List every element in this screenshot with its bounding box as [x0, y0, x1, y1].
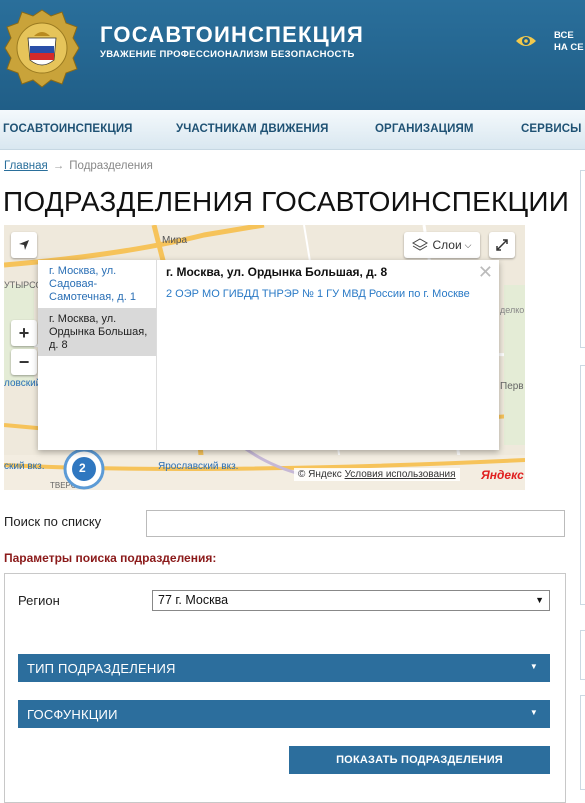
accessibility-version-link[interactable]: ВСЕ НА СЕ [554, 30, 584, 54]
unit-link[interactable]: 2 ОЭР МО ГИБДД ТНРЭР № 1 ГУ МВД России п… [166, 288, 491, 301]
plus-icon: + [18, 322, 30, 343]
map-label: Ярославский вкз. [158, 461, 239, 472]
balloon-detail: г. Москва, ул. Ордынка Большая, д. 8 2 О… [166, 265, 491, 301]
zoom-out-button[interactable]: − [11, 349, 37, 375]
nav-item-organizations[interactable]: ОРГАНИЗАЦИЯМ [375, 123, 474, 135]
search-params-heading: Параметры поиска подразделения: [4, 551, 217, 565]
terms-link[interactable]: Условия использования [345, 469, 456, 480]
region-select-value: 77 г. Москва [158, 593, 229, 607]
nav-item-gosavtoinspektsiya[interactable]: ГОСАВТОИНСПЕКЦИЯ [3, 123, 133, 135]
close-icon[interactable]: ✕ [478, 262, 493, 283]
map-label: делко [500, 305, 525, 315]
arrow-right-icon: → [52, 160, 65, 172]
emblem-logo[interactable] [4, 8, 80, 88]
map-balloon: г. Москва, ул. Садовая-Самотечная, д. 1 … [38, 260, 499, 450]
unit-type-label: ТИП ПОДРАЗДЕЛЕНИЯ [27, 661, 176, 676]
balloon-heading: г. Москва, ул. Ордынка Большая, д. 8 [166, 265, 388, 279]
nav-item-services[interactable]: СЕРВИСЫ [521, 123, 581, 135]
expand-icon [496, 239, 508, 251]
show-units-button[interactable]: ПОКАЗАТЬ ПОДРАЗДЕЛЕНИЯ [289, 746, 550, 774]
eye-icon[interactable] [515, 33, 537, 49]
balloon-list-item[interactable]: г. Москва, ул. Садовая-Самотечная, д. 1 [38, 260, 156, 308]
gov-functions-accordion[interactable]: ГОСФУНКЦИИ ▼ [18, 700, 550, 728]
layers-icon [412, 238, 429, 251]
region-select[interactable]: 77 г. Москва ▼ [152, 590, 550, 611]
geolocation-button[interactable] [11, 232, 37, 258]
main-nav: ГОСАВТОИНСПЕКЦИЯ УЧАСТНИКАМ ДВИЖЕНИЯ ОРГ… [0, 110, 585, 150]
dropdown-arrow-icon: ▼ [535, 595, 544, 605]
search-input[interactable] [146, 510, 565, 537]
map-copyright: © Яндекс Условия использования [294, 468, 460, 481]
search-label: Поиск по списку [4, 514, 102, 529]
region-label: Регион [18, 593, 60, 608]
breadcrumb-home-link[interactable]: Главная [4, 160, 48, 172]
zoom-in-button[interactable]: + [11, 320, 37, 346]
side-panel [580, 365, 585, 605]
balloon-address-list: г. Москва, ул. Садовая-Самотечная, д. 1 … [38, 260, 157, 450]
map-label: УТЫРСО [4, 280, 43, 290]
yandex-logo[interactable]: Яндекс [481, 468, 524, 482]
breadcrumb-current: Подразделения [69, 160, 153, 172]
unit-type-accordion[interactable]: ТИП ПОДРАЗДЕЛЕНИЯ ▼ [18, 654, 550, 682]
layers-button[interactable]: Слои ⌵ [404, 232, 480, 258]
site-title: ГОСАВТОИНСПЕКЦИЯ [100, 22, 364, 47]
side-panel [580, 695, 585, 790]
cluster-count: 2 [79, 461, 86, 475]
minus-icon: − [18, 351, 30, 372]
breadcrumb: Главная → Подразделения [4, 160, 153, 172]
layers-label: Слои [432, 238, 462, 252]
balloon-list-item-selected[interactable]: г. Москва, ул. Ордынка Большая, д. 8 [38, 308, 156, 356]
location-arrow-icon [19, 240, 29, 250]
brand[interactable]: ГОСАВТОИНСПЕКЦИЯ УВАЖЕНИЕ ПРОФЕССИОНАЛИЗ… [100, 22, 364, 60]
side-panel [580, 630, 585, 680]
chevron-down-icon: ⌵ [464, 239, 472, 250]
map-label: ский вкз. [4, 461, 45, 472]
fullscreen-button[interactable] [489, 232, 515, 258]
map[interactable]: Мира УТЫРСО ловский ский вкз. Ярославски… [4, 225, 525, 490]
map-label: Перв [500, 381, 524, 392]
side-panel [580, 170, 585, 348]
page-title: ПОДРАЗДЕЛЕНИЯ ГОСАВТОИНСПЕКЦИИ [3, 186, 570, 217]
site-header: ГОСАВТОИНСПЕКЦИЯ УВАЖЕНИЕ ПРОФЕССИОНАЛИЗ… [0, 0, 585, 110]
caret-down-icon: ▼ [529, 708, 538, 717]
site-subtitle: УВАЖЕНИЕ ПРОФЕССИОНАЛИЗМ БЕЗОПАСНОСТЬ [100, 49, 355, 60]
caret-down-icon: ▼ [529, 662, 538, 671]
gov-functions-label: ГОСФУНКЦИИ [27, 707, 118, 722]
nav-item-participants[interactable]: УЧАСТНИКАМ ДВИЖЕНИЯ [176, 123, 329, 135]
map-label: ловский [4, 378, 42, 389]
copyright-text: © Яндекс [298, 469, 342, 480]
map-label: Мира [162, 235, 188, 246]
